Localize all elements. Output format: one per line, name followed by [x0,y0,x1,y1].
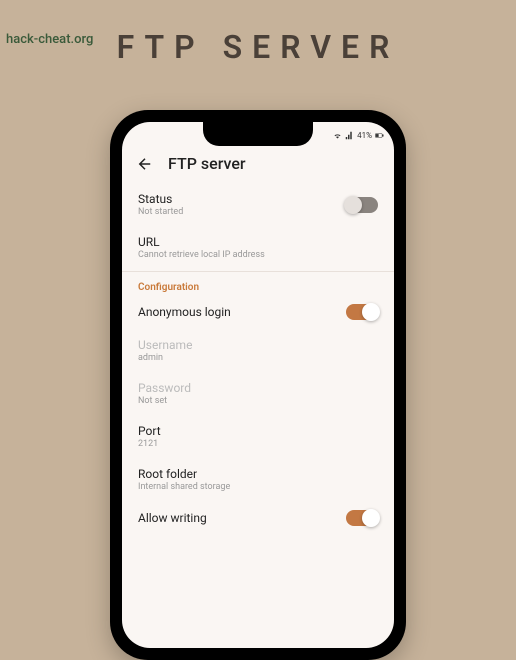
password-sub: Not set [138,396,191,406]
back-arrow-icon[interactable] [136,155,154,173]
status-sub: Not started [138,207,183,217]
root-folder-row[interactable]: Root folder Internal shared storage [122,458,394,501]
divider [122,271,394,272]
watermark: hack-cheat.org [6,32,93,47]
port-sub: 2121 [138,439,161,449]
anon-title: Anonymous login [138,305,231,319]
port-title: Port [138,424,161,438]
port-row[interactable]: Port 2121 [122,415,394,458]
password-row: Password Not set [122,372,394,415]
signal-icon [345,131,354,140]
url-sub: Cannot retrieve local IP address [138,250,265,260]
password-title: Password [138,381,191,395]
root-title: Root folder [138,467,230,481]
phone-frame: 41% FTP server Status Not started URL Ca… [110,110,406,660]
write-title: Allow writing [138,511,207,525]
allow-writing-row[interactable]: Allow writing [122,501,394,535]
wifi-icon [333,131,342,140]
phone-screen: 41% FTP server Status Not started URL Ca… [122,122,394,648]
status-row[interactable]: Status Not started [122,183,394,226]
anonymous-login-row[interactable]: Anonymous login [122,295,394,329]
username-title: Username [138,338,192,352]
status-toggle[interactable] [346,197,378,213]
root-sub: Internal shared storage [138,482,230,492]
section-configuration: Configuration [122,274,394,295]
anon-toggle[interactable] [346,304,378,320]
header-title: FTP server [168,154,246,173]
username-sub: admin [138,353,192,363]
app-header: FTP server [122,148,394,183]
battery-text: 41% [357,131,372,140]
battery-icon [375,131,384,140]
url-title: URL [138,235,265,249]
write-toggle[interactable] [346,510,378,526]
phone-notch [203,122,313,146]
username-row: Username admin [122,329,394,372]
status-title: Status [138,192,183,206]
url-row[interactable]: URL Cannot retrieve local IP address [122,226,394,269]
